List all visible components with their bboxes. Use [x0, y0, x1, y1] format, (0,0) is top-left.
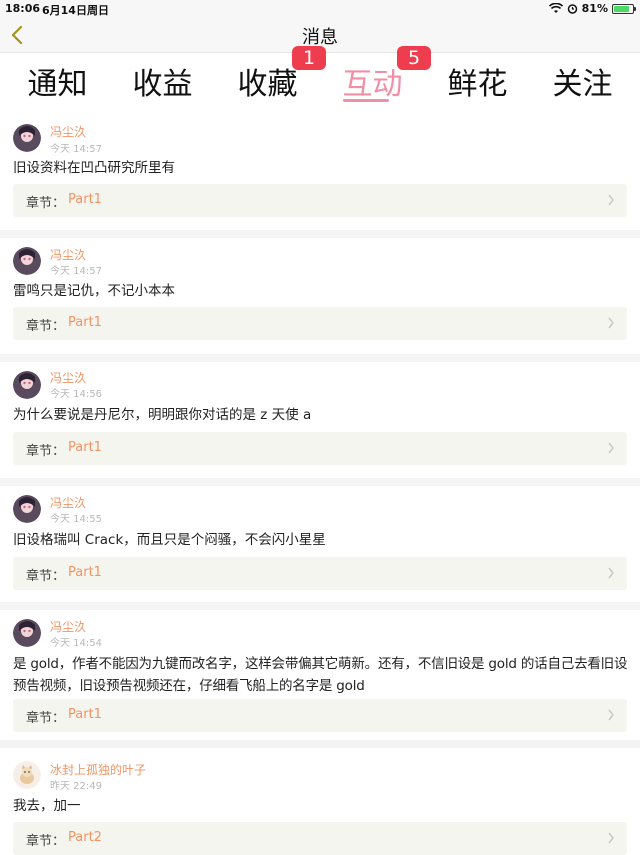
message-content: 旧设格瑞叫 Crack，而且只是个闷骚，不会闪小星星	[13, 532, 326, 548]
timestamp: 今天 14:56	[50, 389, 102, 400]
message-card: 冰封上孤独的叶子 昨天 22:49 我去，加一 章节： Part2	[0, 740, 640, 855]
card-separator	[0, 740, 640, 748]
chapter-link[interactable]: 章节： Part1	[13, 699, 627, 732]
chevron-right-icon	[608, 317, 614, 329]
message-content: 雷鸣只是记仇，不记小本本	[13, 283, 175, 299]
tab-follows[interactable]: 关注	[530, 59, 635, 103]
message-content: 为什么要说是丹尼尔，明明跟你对话的是 z 天使 a	[13, 407, 312, 423]
chevron-right-icon	[608, 194, 614, 206]
chevron-right-icon	[608, 709, 614, 721]
message-card: 冯尘汣 今天 14:55 旧设格瑞叫 Crack，而且只是个闷骚，不会闪小星星 …	[0, 478, 640, 602]
chapter-value: Part1	[68, 440, 102, 455]
message-card: 冯尘汣 今天 14:57 旧设资料在凹凸研究所里有 章节： Part1	[0, 108, 640, 230]
chevron-right-icon	[608, 567, 614, 579]
card-separator	[0, 354, 640, 362]
timestamp: 昨天 22:49	[50, 781, 102, 792]
chapter-label: 章节：	[26, 569, 66, 584]
card-separator	[0, 478, 640, 486]
avatar[interactable]	[13, 495, 41, 523]
timestamp: 今天 14:54	[50, 638, 102, 649]
message-content: 旧设资料在凹凸研究所里有	[13, 160, 175, 176]
chapter-value: Part1	[68, 315, 102, 330]
avatar[interactable]	[13, 761, 41, 789]
chevron-right-icon	[608, 442, 614, 454]
alarm-icon	[567, 4, 577, 14]
avatar[interactable]	[13, 371, 41, 399]
username[interactable]: 冯尘汣	[50, 494, 86, 511]
timestamp: 今天 14:55	[50, 514, 102, 525]
status-right: 81%	[548, 2, 636, 15]
chapter-label: 章节：	[26, 319, 66, 334]
avatar[interactable]	[13, 124, 41, 152]
chapter-link[interactable]: 章节： Part2	[13, 822, 627, 855]
favorites-badge: 1	[292, 46, 326, 70]
message-card: 冯尘汣 今天 14:56 为什么要说是丹尼尔，明明跟你对话的是 z 天使 a 章…	[0, 354, 640, 478]
interactions-badge: 5	[397, 46, 431, 70]
chapter-link[interactable]: 章节： Part1	[13, 432, 627, 465]
chevron-right-icon	[608, 832, 614, 844]
username[interactable]: 冯尘汣	[50, 369, 86, 386]
battery-icon	[612, 3, 636, 14]
timestamp: 今天 14:57	[50, 266, 102, 277]
username[interactable]: 冯尘汣	[50, 618, 86, 635]
chapter-label: 章节：	[26, 711, 66, 726]
username[interactable]: 冰封上孤独的叶子	[50, 761, 146, 778]
battery-percent: 81%	[581, 2, 608, 15]
chapter-label: 章节：	[26, 834, 66, 849]
chapter-label: 章节：	[26, 444, 66, 459]
chapter-value: Part1	[68, 192, 102, 207]
tab-bar: 通知 收益 收藏 互动 鲜花 关注 1 5	[0, 46, 640, 107]
tab-flowers[interactable]: 鲜花	[425, 59, 530, 103]
message-card: 冯尘汣 今天 14:54 是 gold，作者不能因为九键而改名字，这样会带偏其它…	[0, 602, 640, 740]
chapter-value: Part1	[68, 707, 102, 722]
status-time: 18:06	[5, 2, 41, 15]
status-bar: 18:06 6月14日周日 81%	[0, 0, 640, 18]
username[interactable]: 冯尘汣	[50, 246, 86, 263]
status-date: 6月14日周日	[42, 4, 109, 17]
wifi-icon	[548, 3, 563, 13]
message-card: 冯尘汣 今天 14:57 雷鸣只是记仇，不记小本本 章节： Part1	[0, 230, 640, 354]
card-separator	[0, 230, 640, 238]
chapter-link[interactable]: 章节： Part1	[13, 557, 627, 590]
message-content: 是 gold，作者不能因为九键而改名字，这样会带偏其它萌新。还有，不信旧设是 g…	[13, 656, 628, 694]
avatar[interactable]	[13, 247, 41, 275]
tab-notifications[interactable]: 通知	[5, 59, 110, 103]
chapter-link[interactable]: 章节： Part1	[13, 307, 627, 340]
active-tab-indicator	[343, 99, 389, 102]
chapter-value: Part1	[68, 565, 102, 580]
chapter-label: 章节：	[26, 196, 66, 211]
chapter-value: Part2	[68, 830, 102, 845]
chapter-link[interactable]: 章节： Part1	[13, 184, 627, 217]
card-separator	[0, 602, 640, 610]
timestamp: 今天 14:57	[50, 144, 102, 155]
tab-earnings[interactable]: 收益	[110, 59, 215, 103]
username[interactable]: 冯尘汣	[50, 123, 86, 140]
message-content: 我去，加一	[13, 798, 81, 814]
avatar[interactable]	[13, 619, 41, 647]
